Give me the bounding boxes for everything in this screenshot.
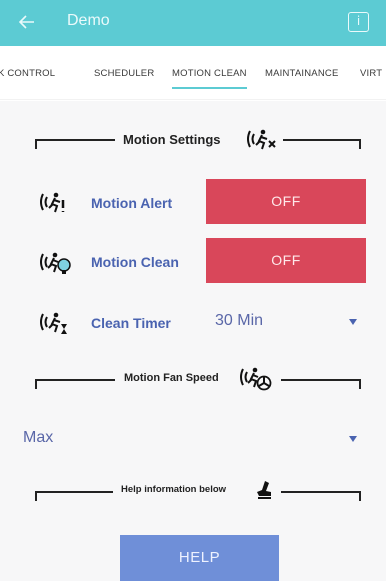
tab-lock-control[interactable]: K CONTROL xyxy=(0,68,55,79)
motion-settings-title: Motion Settings xyxy=(123,132,221,147)
motion-sensor-icon xyxy=(247,129,276,150)
chevron-down-icon[interactable] xyxy=(349,436,357,442)
help-title: Help information below xyxy=(121,484,227,495)
help-button[interactable]: HELP xyxy=(120,535,279,581)
seat-icon xyxy=(257,481,271,499)
tab-bar: K CONTROL SCHEDULER MOTION CLEAN MAINTAI… xyxy=(0,46,386,100)
motion-fan-icon xyxy=(240,367,272,391)
clean-timer-icon xyxy=(40,312,67,334)
clean-timer-label: Clean Timer xyxy=(91,315,171,331)
fan-speed-title: Motion Fan Speed xyxy=(124,372,219,384)
tab-scheduler[interactable]: SCHEDULER xyxy=(94,68,154,79)
fan-speed-select[interactable]: Max xyxy=(23,429,53,447)
motion-clean-panel: Motion Settings Motion Alert OFF Motion … xyxy=(0,101,386,581)
motion-alert-toggle-button[interactable]: OFF xyxy=(206,179,366,224)
app-title: Demo xyxy=(67,12,110,29)
motion-clean-icon xyxy=(40,252,71,274)
tab-virtual[interactable]: VIRT xyxy=(360,68,382,79)
tab-motion-clean[interactable]: MOTION CLEAN xyxy=(172,68,247,89)
arrow-left-icon[interactable] xyxy=(16,11,38,33)
info-icon[interactable]: i xyxy=(348,12,369,32)
clean-timer-select[interactable]: 30 Min xyxy=(215,312,263,330)
fan-speed-header: Motion Fan Speed xyxy=(35,367,361,393)
motion-clean-toggle-button[interactable]: OFF xyxy=(206,238,366,283)
help-header: Help information below xyxy=(35,481,361,505)
motion-settings-header: Motion Settings xyxy=(35,129,361,153)
motion-alert-label: Motion Alert xyxy=(91,195,173,211)
motion-clean-label: Motion Clean xyxy=(91,254,179,270)
app-bar: Demo i xyxy=(0,0,386,46)
motion-alert-icon xyxy=(40,192,65,213)
chevron-down-icon[interactable] xyxy=(349,319,357,325)
tab-maintainance[interactable]: MAINTAINANCE xyxy=(265,68,338,79)
